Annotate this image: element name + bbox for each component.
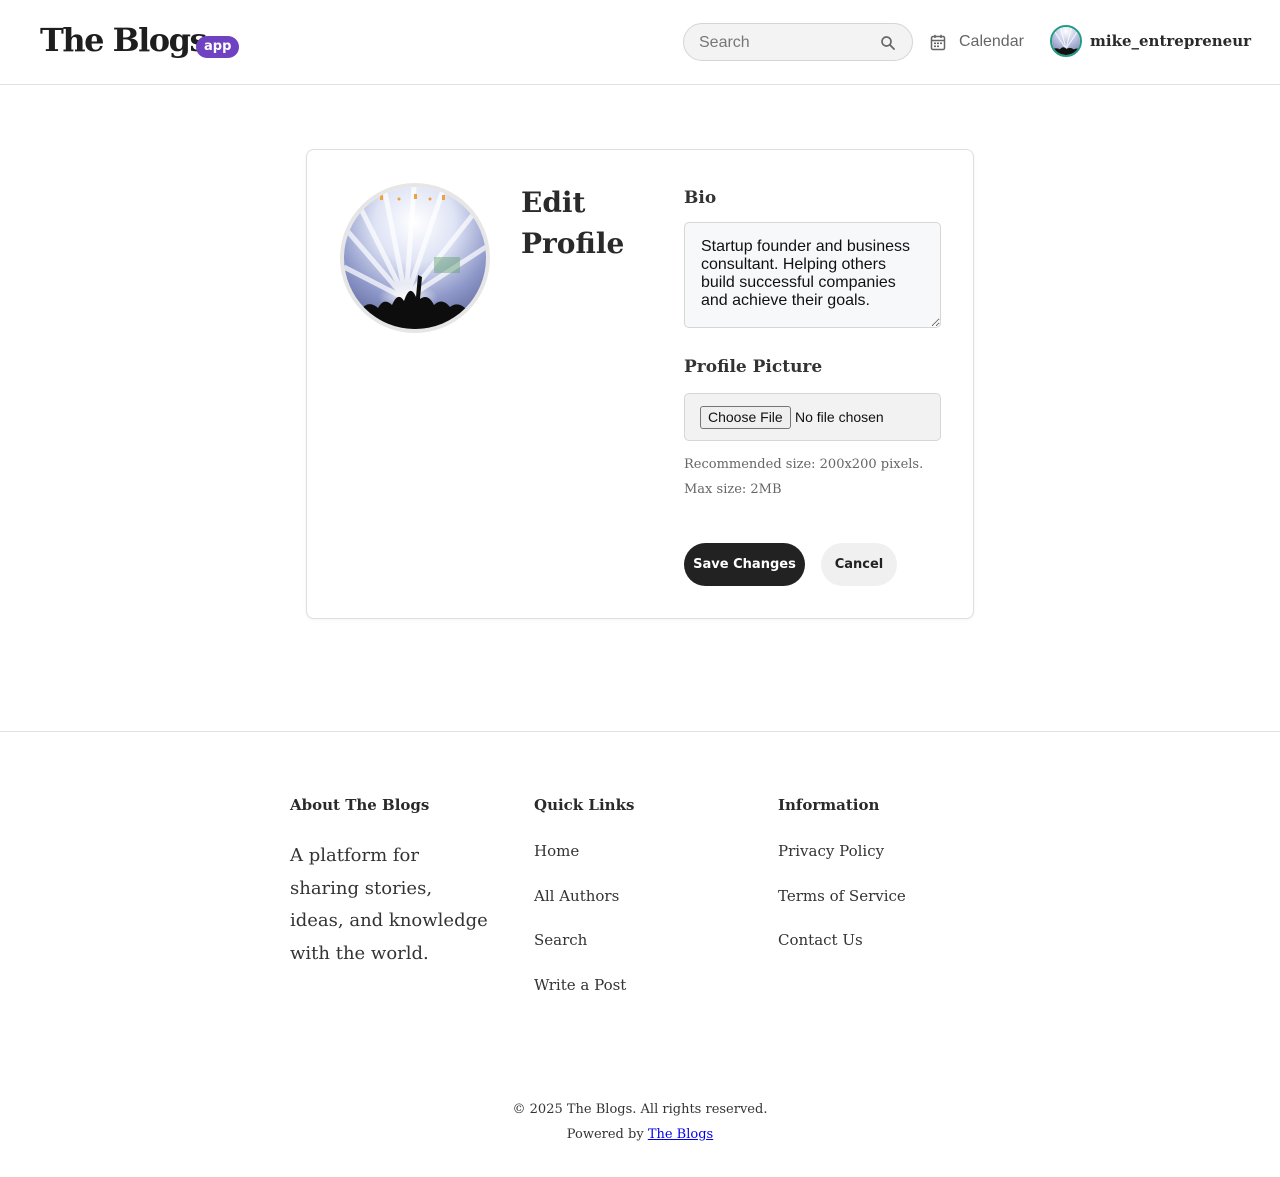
cancel-button[interactable]: Cancel <box>821 543 897 586</box>
search-box[interactable] <box>683 23 913 61</box>
calendar-label: Calendar <box>959 33 1024 50</box>
profile-picture-label: Profile Picture <box>684 357 823 377</box>
quick-links-list: Home All Authors Search Write a Post <box>534 841 634 1019</box>
bio-label: Bio <box>684 188 717 208</box>
bio-textarea[interactable]: Startup founder and business consultant.… <box>684 222 941 328</box>
footer-link-write-post[interactable]: Write a Post <box>534 976 626 994</box>
about-text: A platform for sharing stories, ideas, a… <box>290 845 488 964</box>
calendar-link[interactable]: Calendar <box>930 30 1024 54</box>
powered-by-link[interactable]: The Blogs <box>648 1127 713 1142</box>
choose-file-button[interactable]: Choose File <box>700 406 791 429</box>
footer-quick-links: Quick Links Home All Authors Search Writ… <box>534 796 634 1019</box>
edit-profile-card: Edit Profile Bio Startup founder and bus… <box>306 149 974 619</box>
footer-about: About The Blogs A platform for sharing s… <box>290 796 490 970</box>
footer-link-contact[interactable]: Contact Us <box>778 931 863 949</box>
quick-links-heading: Quick Links <box>534 796 635 814</box>
save-changes-button[interactable]: Save Changes <box>684 543 805 586</box>
upload-hint: Recommended size: 200x200 pixels. Max si… <box>684 457 924 497</box>
powered-by-label: Powered by <box>566 1127 644 1142</box>
profile-avatar <box>340 183 490 333</box>
copyright-text: © 2025 The Blogs. All rights reserved. <box>512 1102 768 1117</box>
search-icon[interactable] <box>879 34 897 52</box>
footer-copyright: © 2025 The Blogs. All rights reserved. P… <box>0 1097 1280 1147</box>
calendar-icon <box>930 34 946 50</box>
page-title: Edit Profile <box>521 186 625 260</box>
footer-information: Information Privacy Policy Terms of Serv… <box>778 796 906 975</box>
footer-link-search[interactable]: Search <box>534 931 587 949</box>
footer-link-terms[interactable]: Terms of Service <box>778 887 906 905</box>
file-input[interactable]: Choose File No file chosen <box>684 393 941 441</box>
file-status: No file chosen <box>795 409 884 425</box>
site-footer: About The Blogs A platform for sharing s… <box>0 731 1280 1177</box>
site-header: The Blogs app Calendar <box>0 0 1280 85</box>
information-heading: Information <box>778 796 880 814</box>
user-avatar <box>1050 25 1082 57</box>
about-heading: About The Blogs <box>290 796 430 814</box>
footer-link-all-authors[interactable]: All Authors <box>534 887 619 905</box>
search-input[interactable] <box>699 32 869 54</box>
app-badge: app <box>196 36 240 58</box>
site-logo[interactable]: The Blogs <box>40 20 208 60</box>
user-menu[interactable]: mike_entrepreneur <box>1050 25 1251 57</box>
information-list: Privacy Policy Terms of Service Contact … <box>778 841 906 975</box>
powered-by: Powered by The Blogs <box>0 1122 1280 1147</box>
footer-link-home[interactable]: Home <box>534 842 579 860</box>
username: mike_entrepreneur <box>1090 32 1252 50</box>
footer-link-privacy[interactable]: Privacy Policy <box>778 842 884 860</box>
